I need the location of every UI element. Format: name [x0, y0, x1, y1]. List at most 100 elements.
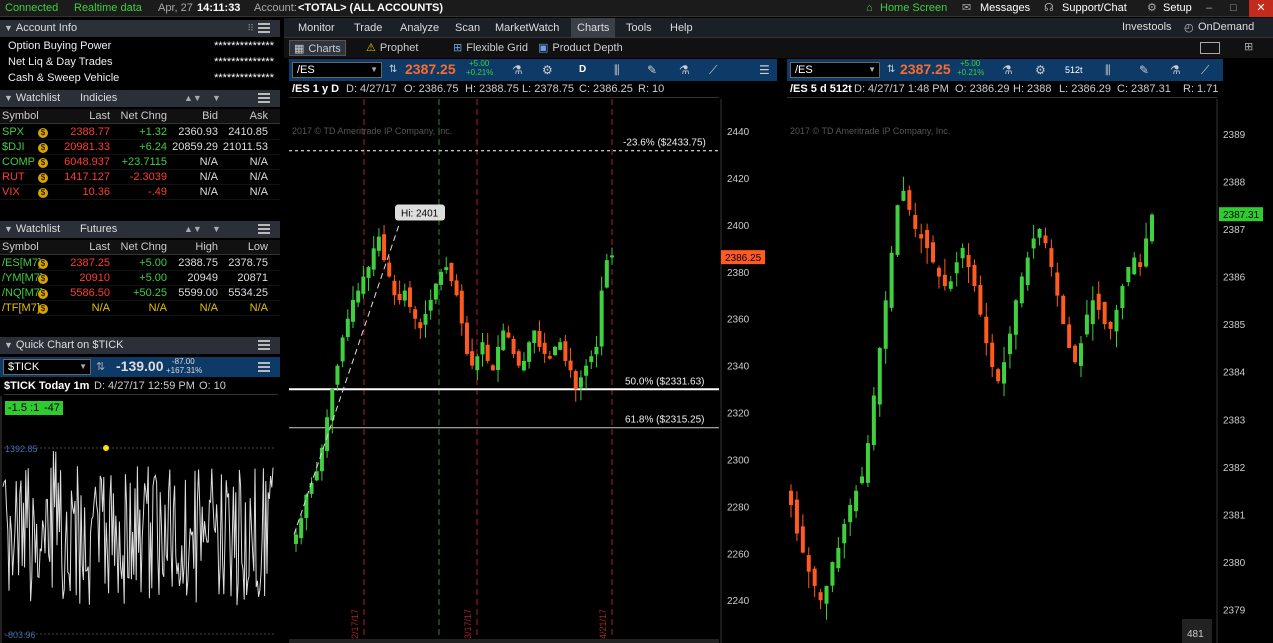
tab-analyze[interactable]: Analyze — [394, 18, 445, 38]
column-header[interactable]: Symbol — [2, 240, 39, 255]
drawing-icon[interactable]: ✎ — [647, 59, 657, 81]
menu-icon[interactable] — [258, 224, 270, 234]
sort-icon[interactable]: ▲▼ — [184, 90, 202, 107]
home-screen-button[interactable]: Home Screen — [880, 0, 947, 17]
left-chart-info-close: C: 2386.25 — [579, 83, 633, 95]
flask-icon[interactable]: ⚗ — [512, 59, 523, 81]
tick-chart[interactable]: 1392.85-803.9689101112 — [0, 396, 280, 643]
column-header[interactable]: Net Chng — [121, 109, 167, 124]
account-info-header[interactable]: ▼ Account Info ⠿ — [0, 20, 280, 37]
gear-icon[interactable]: ⚙ — [542, 59, 553, 81]
y-tick-label: 2382 — [1223, 463, 1246, 474]
study-icon[interactable]: ⚗ — [1170, 59, 1181, 81]
column-header[interactable]: Ask — [250, 109, 268, 124]
column-header[interactable]: Bid — [202, 109, 218, 124]
setup-button[interactable]: Setup — [1163, 0, 1192, 17]
menu-icon[interactable] — [258, 340, 270, 350]
dropdown-icon[interactable]: ▼ — [370, 63, 378, 77]
watchlist-selector[interactable]: Futures — [80, 221, 117, 238]
menu-icon[interactable] — [258, 93, 270, 103]
lock-icon[interactable]: ⇅ — [96, 360, 105, 373]
right-chart-info-high: H: 2388 — [1013, 83, 1052, 95]
account-info-label: Option Buying Power — [8, 40, 112, 52]
pattern-icon[interactable]: ⟋ — [709, 59, 717, 81]
study-icon[interactable]: ⚗ — [679, 59, 690, 81]
minimize-icon[interactable]: – — [1206, 0, 1212, 17]
menu-icon[interactable] — [258, 362, 270, 372]
dividend-icon: $ — [38, 259, 48, 269]
tab-monitor[interactable]: Monitor — [292, 18, 341, 38]
tab-charts[interactable]: Charts — [571, 18, 616, 38]
dropdown-icon[interactable]: ▼ — [79, 360, 87, 374]
grid-icon[interactable]: ⊞ — [1244, 40, 1253, 53]
subtab-product-depth[interactable]: ▣ Product Depth — [534, 40, 627, 56]
tick-count-label: 481 — [1187, 629, 1204, 640]
column-header[interactable]: High — [195, 240, 218, 255]
pattern-icon[interactable]: ⟋ — [1201, 59, 1209, 81]
sort-icon[interactable]: ▲▼ — [184, 221, 202, 238]
table-row[interactable]: COMP $6048.937 +23.7115 N/A N/A — [0, 155, 280, 170]
table-row[interactable]: $DJI $20981.33 +6.24 20859.29 21011.53 — [0, 140, 280, 155]
link-icon[interactable]: ⇅ — [389, 59, 397, 81]
tab-scan[interactable]: Scan — [449, 18, 486, 38]
dropdown-icon[interactable]: ▼ — [212, 221, 221, 238]
right-chart-symbol-input[interactable]: /ES ▼ — [790, 62, 880, 78]
link-icon[interactable]: ⇅ — [887, 59, 895, 81]
candle — [418, 318, 423, 339]
menu-icon[interactable] — [258, 23, 270, 33]
subtab-charts[interactable]: ▦ Charts — [289, 40, 346, 56]
chart-type-icon[interactable]: ⫼ — [1105, 59, 1111, 81]
table-row[interactable]: /NQ[M7] $5586.50 +50.25 5599.00 5534.25 — [0, 286, 280, 301]
dropdown-icon[interactable]: ▼ — [212, 90, 221, 107]
column-header[interactable]: Last — [89, 240, 110, 255]
close-icon[interactable]: ✕ — [1249, 0, 1273, 17]
account-selector[interactable]: <TOTAL> (ALL ACCOUNTS) — [298, 0, 443, 17]
left-chart-symbol-input[interactable]: /ES ▼ — [292, 62, 382, 78]
net-change-cell: N/A — [148, 302, 167, 314]
tab-help[interactable]: Help — [664, 18, 699, 38]
last-cell: 10.36 — [82, 186, 110, 198]
drawing-icon[interactable]: ✎ — [1139, 59, 1149, 81]
flask-icon[interactable]: ⚗ — [1002, 59, 1013, 81]
column-header[interactable]: Net Chng — [121, 240, 167, 255]
column-header[interactable]: Low — [248, 240, 268, 255]
collapse-icon[interactable]: ▼ — [4, 23, 13, 33]
support-chat-button[interactable]: Support/Chat — [1062, 0, 1127, 17]
messages-button[interactable]: Messages — [980, 0, 1030, 17]
collapse-icon[interactable]: ▼ — [4, 224, 13, 234]
tab-marketwatch[interactable]: MarketWatch — [489, 18, 565, 38]
gear-icon[interactable]: ⚙ — [1035, 59, 1046, 81]
table-row[interactable]: RUT $1417.127 -2.3039 N/A N/A — [0, 170, 280, 185]
subtab-flexible-grid[interactable]: ⊞ Flexible Grid — [449, 40, 532, 56]
menu-icon[interactable]: ☰ — [759, 59, 770, 81]
period-selector[interactable]: 512t — [1065, 59, 1083, 81]
column-header[interactable]: Last — [89, 109, 110, 124]
layout-icon[interactable] — [1200, 42, 1220, 54]
table-row[interactable]: /TF[M7] $ N/A N/A N/A N/A — [0, 301, 280, 316]
table-row[interactable]: SPX $2388.77 +1.32 2360.93 2410.85 — [0, 125, 280, 140]
tab-tools[interactable]: Tools — [620, 18, 658, 38]
right-price-chart[interactable]: 2389 2388 2387 2386 2385 2384 2383 2382 2381 2380… — [787, 99, 1273, 643]
quick-chart-symbol-input[interactable]: $TICK ▼ — [3, 359, 91, 375]
watchlist-selector[interactable]: Indicies — [80, 90, 117, 107]
tab-trade[interactable]: Trade — [348, 18, 388, 38]
left-price-chart[interactable]: 2440 2420 2400 2380 2360 2340 2320 2300 2280 2260… — [289, 99, 784, 643]
ondemand-link[interactable]: OnDemand — [1198, 21, 1254, 33]
table-row[interactable]: /ES[M7] $2387.25 +5.00 2388.75 2378.75 — [0, 256, 280, 271]
left-chart-info-title: /ES 1 y D — [292, 83, 340, 95]
low-cell: 5534.25 — [228, 287, 268, 299]
table-row[interactable]: /YM[M7] $20910 +5.00 20949 20871 — [0, 271, 280, 286]
drag-handle-icon[interactable]: ⠿ — [247, 20, 254, 37]
candle — [433, 283, 438, 305]
candle — [573, 369, 578, 402]
table-row[interactable]: VIX $10.36 -.49 N/A N/A — [0, 185, 280, 200]
collapse-icon[interactable]: ▼ — [4, 93, 13, 103]
period-selector[interactable]: D — [579, 59, 586, 81]
investools-link[interactable]: Investools — [1122, 21, 1172, 33]
maximize-icon[interactable]: □ — [1230, 0, 1237, 17]
dropdown-icon[interactable]: ▼ — [868, 63, 876, 77]
subtab-prophet[interactable]: ⚠ Prophet — [362, 40, 422, 56]
collapse-icon[interactable]: ▼ — [4, 340, 13, 350]
chart-type-icon[interactable]: ⫼ — [614, 59, 620, 81]
column-header[interactable]: Symbol — [2, 109, 39, 124]
